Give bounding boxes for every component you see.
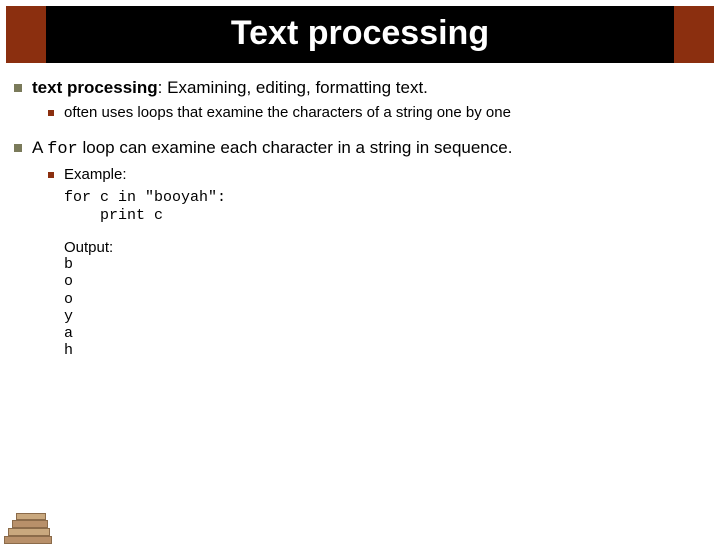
slide-title: Text processing <box>6 6 714 63</box>
prefix-text: A <box>32 138 47 157</box>
code-word: for <box>47 140 78 159</box>
sub-bullet-item: often uses loops that examine the charac… <box>46 104 708 123</box>
slide-content: text processing: Examining, editing, for… <box>0 63 720 360</box>
bullet-marker-icon <box>14 144 22 152</box>
term-text: text processing <box>32 78 158 97</box>
bullet-marker-icon <box>48 110 54 116</box>
suffix-text: loop can examine each character in a str… <box>78 138 513 157</box>
output-label: Output: <box>64 239 708 256</box>
output-block: b o o y a h <box>64 256 708 360</box>
sub-bullet-text: often uses loops that examine the charac… <box>64 104 511 123</box>
sub-bullet-text: Example: <box>64 166 127 185</box>
bullet-text: A for loop can examine each character in… <box>32 137 512 160</box>
bullet-item: A for loop can examine each character in… <box>12 137 708 160</box>
bullet-marker-icon <box>48 172 54 178</box>
bullet-text: text processing: Examining, editing, for… <box>32 77 428 98</box>
definition-text: : Examining, editing, formatting text. <box>158 78 428 97</box>
bullet-marker-icon <box>14 84 22 92</box>
sub-bullet-item: Example: <box>46 166 708 185</box>
bullet-item: text processing: Examining, editing, for… <box>12 77 708 98</box>
code-block: for c in "booyah": print c <box>64 189 708 225</box>
